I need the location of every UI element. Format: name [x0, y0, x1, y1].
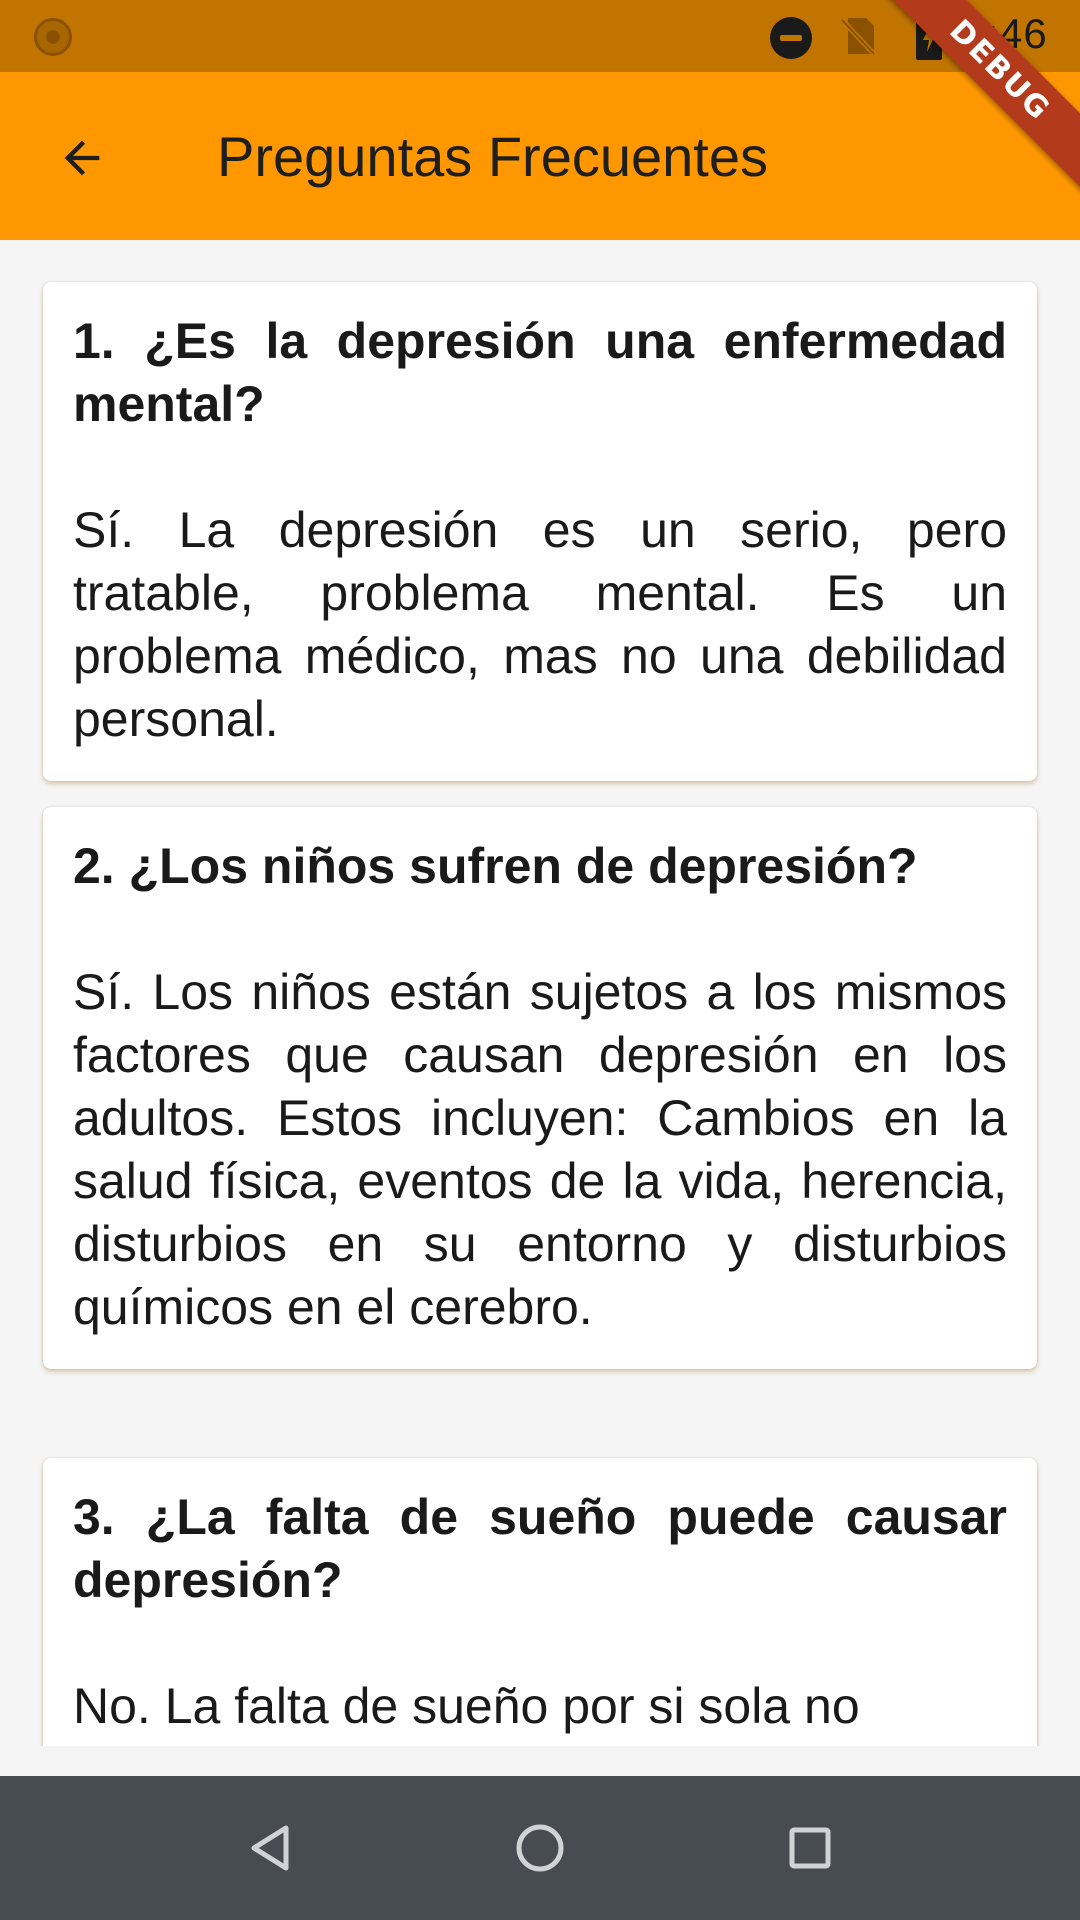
back-button[interactable]: [40, 116, 124, 200]
nav-back-button[interactable]: [234, 1812, 306, 1884]
app-bar: Preguntas Frecuentes: [0, 72, 1080, 240]
home-circle-icon: [516, 1824, 564, 1872]
status-time: 4:46: [962, 10, 1048, 57]
faq-answer: Sí. Los niños están sujetos a los mismos…: [73, 964, 1007, 1335]
back-triangle-icon: [251, 1825, 289, 1871]
navigation-bar: [0, 1776, 1080, 1920]
battery-charging-icon: [916, 12, 942, 60]
faq-card: 1. ¿Es la depresión una enfermedad menta…: [43, 282, 1037, 781]
page-title: Preguntas Frecuentes: [217, 125, 768, 188]
arrow-back-icon: [64, 140, 100, 176]
nav-recents-button[interactable]: [774, 1812, 846, 1884]
nav-home-button[interactable]: [504, 1812, 576, 1884]
faq-card: 2. ¿Los niños sufren de depresión? Sí. L…: [43, 807, 1037, 1369]
do-not-disturb-icon: [770, 17, 812, 59]
faq-question: 3. ¿La falta de sueño puede causar depre…: [73, 1489, 1007, 1608]
app-notification-icon: [34, 18, 72, 56]
recents-square-icon: [789, 1827, 831, 1869]
faq-card: 3. ¿La falta de sueño puede causar depre…: [43, 1458, 1037, 1746]
faq-question: 2. ¿Los niños sufren de depresión?: [73, 838, 918, 894]
faq-answer: No. La falta de sueño por si sola no: [73, 1678, 860, 1734]
faq-list[interactable]: 1. ¿Es la depresión una enfermedad menta…: [0, 240, 1080, 1746]
no-sim-icon: [840, 18, 876, 56]
faq-answer: Sí. La depresión es un serio, pero trata…: [73, 502, 1007, 747]
status-bar: 4:46: [0, 0, 1080, 72]
faq-question: 1. ¿Es la depresión una enfermedad menta…: [73, 313, 1007, 432]
